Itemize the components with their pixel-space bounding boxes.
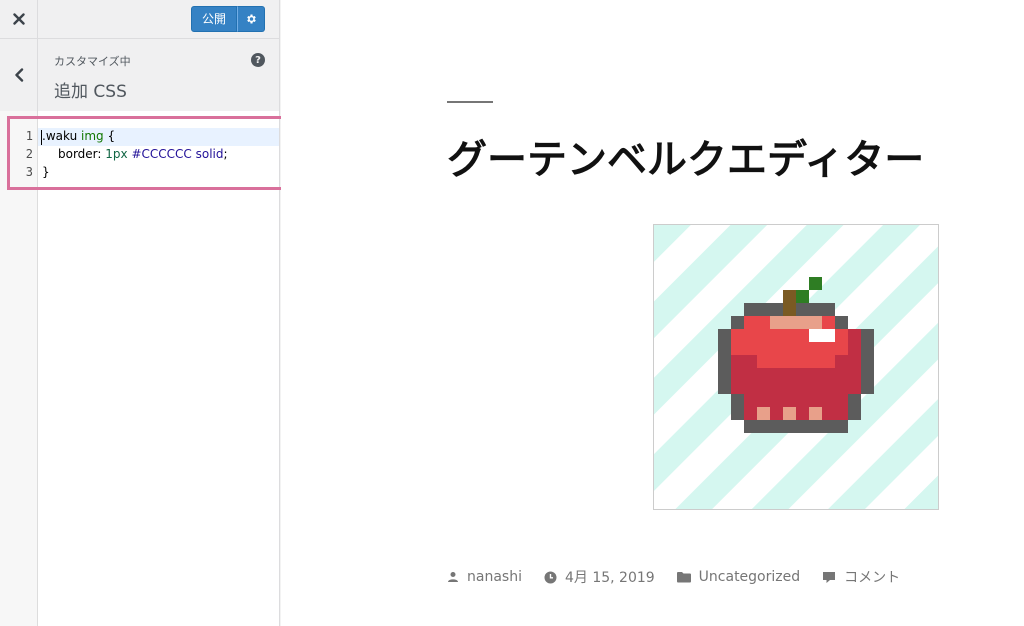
css-brace: {: [103, 129, 116, 143]
title-divider: [447, 101, 493, 103]
post-author[interactable]: nanashi: [447, 569, 522, 585]
css-tag: img: [81, 129, 104, 143]
post-date[interactable]: 4月 15, 2019: [544, 567, 655, 587]
publish-button[interactable]: 公開: [190, 6, 237, 32]
back-button[interactable]: [0, 39, 38, 111]
gear-icon: [247, 14, 256, 24]
section-header: カスタマイズ中 追加 CSS ?: [0, 39, 279, 112]
post-comments[interactable]: コメント: [822, 567, 900, 587]
css-color: #CCCCCC: [131, 147, 192, 161]
css-selector: .waku: [42, 129, 78, 143]
post-meta: nanashi 4月 15, 2019 Uncategorized コメント: [447, 567, 922, 587]
category-text: Uncategorized: [698, 569, 801, 585]
line-number: 1: [25, 129, 33, 143]
css-code-editor[interactable]: 1 2 3 .waku img { border: 1px #CCCCCC so…: [0, 111, 279, 626]
line-number: 3: [25, 165, 33, 179]
code-line: .waku img {: [42, 129, 115, 143]
person-icon: [448, 572, 458, 582]
site-preview: グーテンベルクエディター nanashi 4月 15, 2019 Uncateg…: [281, 0, 1024, 626]
line-number-gutter: 1 2 3: [0, 111, 38, 626]
post-title: グーテンベルクエディター: [447, 137, 925, 183]
clock-icon: [544, 571, 557, 583]
help-icon[interactable]: ?: [251, 53, 265, 67]
date-text: 4月 15, 2019: [564, 570, 655, 586]
css-semicolon: ;: [223, 147, 228, 161]
code-line: border: 1px #CCCCCC solid;: [58, 147, 228, 161]
publish-settings-button[interactable]: [237, 6, 265, 32]
post-image[interactable]: [653, 224, 939, 510]
line-number: 2: [25, 147, 33, 161]
css-number: 1px: [105, 147, 128, 161]
css-brace: }: [42, 165, 50, 179]
section-subtitle: カスタマイズ中: [54, 55, 131, 68]
customizer-sidebar: 公開 カスタマイズ中 追加 CSS ? 1 2 3 .waku img { bo…: [0, 0, 280, 626]
post-category[interactable]: Uncategorized: [676, 569, 801, 585]
author-name: nanashi: [467, 569, 522, 585]
section-title: 追加 CSS: [54, 82, 127, 102]
comments-text: コメント: [844, 570, 901, 586]
code-line: }: [42, 165, 50, 179]
close-button[interactable]: [0, 0, 38, 38]
publish-group: 公開: [190, 6, 265, 32]
css-property: border:: [58, 147, 106, 161]
folder-icon: [676, 572, 691, 583]
close-icon: [12, 13, 25, 25]
comment-icon: [823, 571, 836, 583]
pixel-apple-image: [654, 225, 938, 509]
css-keyword: solid: [195, 147, 224, 161]
chevron-left-icon: [14, 68, 23, 82]
customizer-topbar: 公開: [0, 0, 279, 39]
